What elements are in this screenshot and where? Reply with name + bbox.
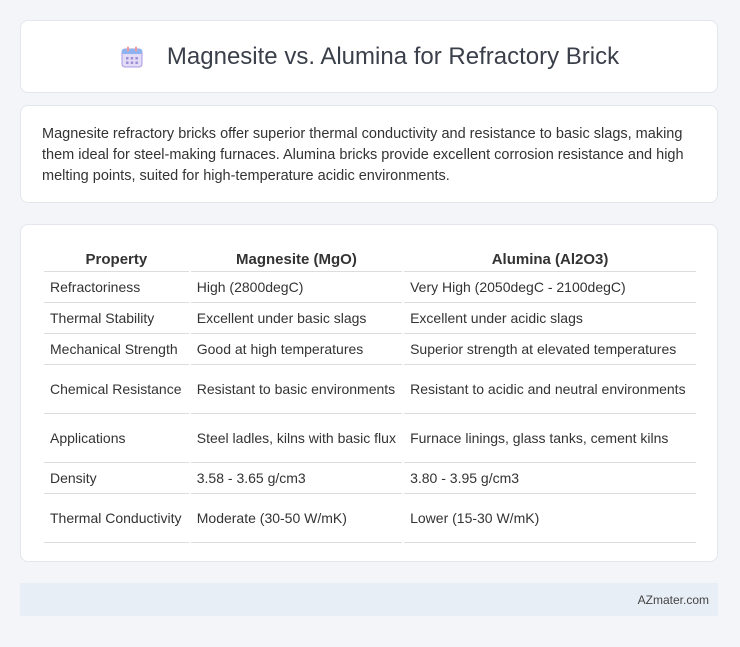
footer: AZmater.com — [20, 583, 718, 616]
table-header-row: Property Magnesite (MgO) Alumina (Al2O3) — [44, 245, 696, 272]
magnesite-cell: 3.58 - 3.65 g/cm3 — [190, 463, 403, 494]
intro-text: Magnesite refractory bricks offer superi… — [42, 126, 684, 184]
property-cell: Applications — [44, 414, 189, 463]
column-header-magnesite: Magnesite (MgO) — [190, 245, 403, 272]
magnesite-cell: Excellent under basic slags — [190, 303, 403, 334]
page-title: Magnesite vs. Alumina for Refractory Bri… — [166, 42, 620, 70]
column-header-alumina: Alumina (Al2O3) — [404, 245, 696, 272]
magnesite-cell: Good at high temperatures — [190, 334, 403, 365]
table-row: Chemical Resistance Resistant to basic e… — [44, 365, 696, 414]
alumina-cell: Very High (2050degC - 2100degC) — [404, 272, 696, 303]
alumina-cell: Excellent under acidic slags — [404, 303, 696, 334]
column-header-property: Property — [44, 245, 189, 272]
magnesite-cell: Steel ladles, kilns with basic flux — [190, 414, 403, 463]
property-cell: Density — [44, 463, 189, 494]
table-row: Applications Steel ladles, kilns with ba… — [44, 414, 696, 463]
table-row: Thermal Conductivity Moderate (30-50 W/m… — [44, 494, 696, 543]
alumina-cell: Resistant to acidic and neutral environm… — [404, 365, 696, 414]
magnesite-cell: Moderate (30-50 W/mK) — [190, 494, 403, 543]
alumina-cell: 3.80 - 3.95 g/cm3 — [404, 463, 696, 494]
title-card: Magnesite vs. Alumina for Refractory Bri… — [20, 20, 718, 93]
property-cell: Refractoriness — [44, 272, 189, 303]
alumina-cell: Furnace linings, glass tanks, cement kil… — [404, 414, 696, 463]
calendar-icon — [119, 44, 145, 70]
table-row: Density 3.58 - 3.65 g/cm3 3.80 - 3.95 g/… — [44, 463, 696, 494]
alumina-cell: Lower (15-30 W/mK) — [404, 494, 696, 543]
property-cell: Chemical Resistance — [44, 365, 189, 414]
footer-site-link[interactable]: AZmater.com — [638, 593, 709, 607]
comparison-card: Property Magnesite (MgO) Alumina (Al2O3)… — [20, 224, 718, 562]
property-cell: Thermal Conductivity — [44, 494, 189, 543]
magnesite-cell: High (2800degC) — [190, 272, 403, 303]
property-cell: Mechanical Strength — [44, 334, 189, 365]
intro-card: Magnesite refractory bricks offer superi… — [20, 105, 718, 203]
table-row: Thermal Stability Excellent under basic … — [44, 303, 696, 334]
comparison-table: Property Magnesite (MgO) Alumina (Al2O3)… — [42, 245, 698, 543]
alumina-cell: Superior strength at elevated temperatur… — [404, 334, 696, 365]
table-row: Refractoriness High (2800degC) Very High… — [44, 272, 696, 303]
property-cell: Thermal Stability — [44, 303, 189, 334]
table-row: Mechanical Strength Good at high tempera… — [44, 334, 696, 365]
magnesite-cell: Resistant to basic environments — [190, 365, 403, 414]
